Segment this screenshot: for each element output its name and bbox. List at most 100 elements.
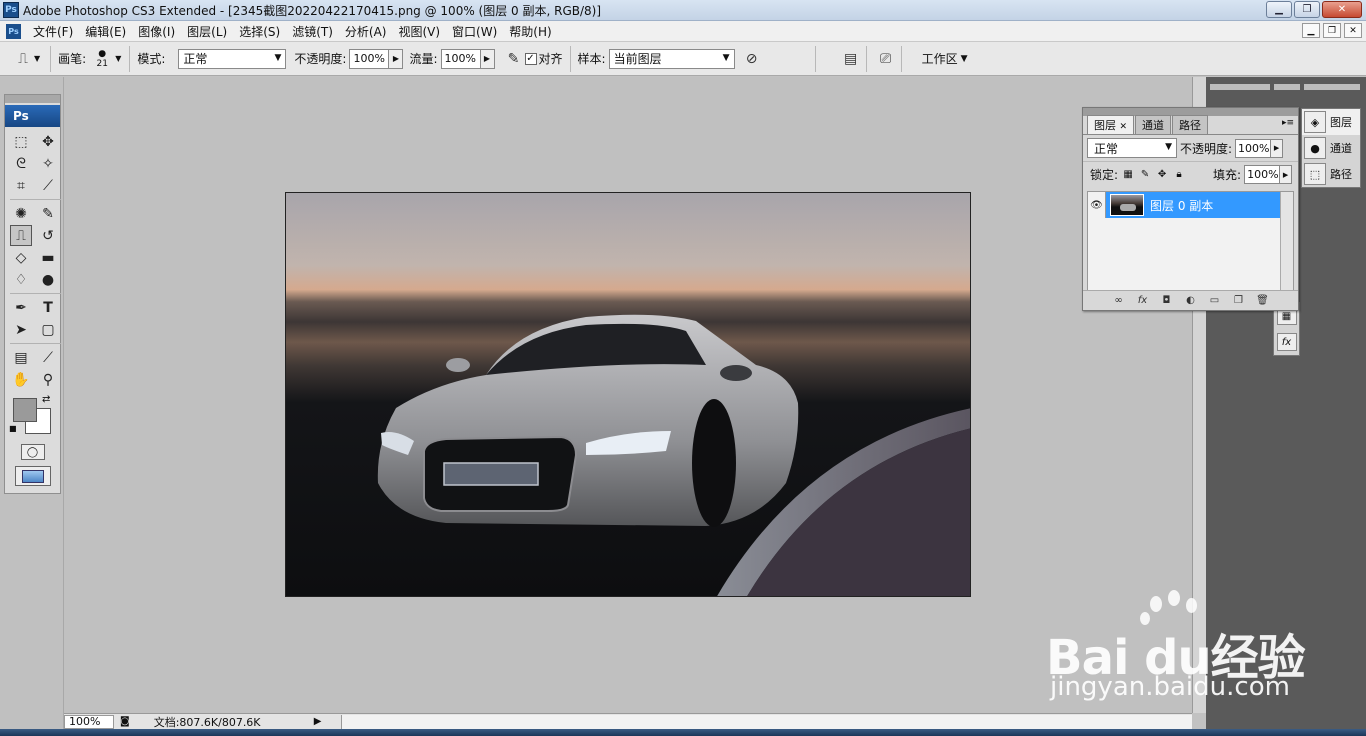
layer-opacity-slider-toggle[interactable]: ▶ [1271, 138, 1284, 158]
visibility-eye-icon[interactable]: 👁︎ [1088, 192, 1106, 218]
shape-tool-icon[interactable]: ▢ [37, 319, 59, 340]
layer-opacity-input[interactable]: 100% [1235, 138, 1272, 158]
move-tool-icon[interactable]: ✥ [37, 131, 59, 152]
notes-tool-icon[interactable]: ▤ [10, 347, 32, 368]
healing-brush-tool-icon[interactable]: ✺ [10, 203, 32, 224]
clone-stamp-tool-icon[interactable]: ⎍ [10, 225, 32, 246]
pen-tool-icon[interactable]: ✒ [10, 297, 32, 318]
marquee-tool-icon[interactable]: ⬚ [10, 131, 32, 152]
preset-dropdown-arrow[interactable]: ▼ [34, 54, 40, 63]
dock-grip[interactable] [1304, 84, 1360, 90]
quick-mask-icon[interactable]: ◯ [20, 444, 45, 460]
toolbox-ps-badge[interactable]: Ps [5, 105, 60, 127]
doc-restore-button[interactable]: ❐ [1323, 23, 1341, 38]
menu-edit[interactable]: 编辑(E) [79, 23, 132, 40]
opacity-slider-toggle[interactable]: ▶ [389, 48, 404, 69]
menu-window[interactable]: 窗口(W) [446, 23, 503, 40]
lock-pixels-icon[interactable]: ✎ [1138, 168, 1152, 182]
lock-transparency-icon[interactable]: ▦ [1121, 168, 1135, 182]
hand-tool-icon[interactable]: ✋ [10, 369, 32, 390]
status-menu-arrow[interactable]: ▶ [314, 716, 322, 727]
sample-select[interactable]: 当前图层 ▼ [608, 48, 735, 69]
slice-tool-icon[interactable]: ⟋ [37, 175, 59, 196]
magic-wand-tool-icon[interactable]: ✧ [37, 153, 59, 174]
menu-select[interactable]: 选择(S) [233, 23, 286, 40]
crop-tool-icon[interactable]: ⌗ [10, 175, 32, 196]
gradient-tool-icon[interactable]: ▬ [37, 247, 59, 268]
close-tab-icon[interactable]: ✕ [1120, 122, 1128, 132]
document-canvas-image[interactable] [285, 192, 971, 597]
brush-picker[interactable]: ● 21 [89, 49, 115, 69]
menu-view[interactable]: 视图(V) [392, 23, 446, 40]
workspace-menu[interactable]: 工作区 [922, 50, 958, 67]
zoom-level-field[interactable]: 100% [64, 714, 114, 729]
eyedropper-tool-icon[interactable]: ⟋ [37, 347, 59, 368]
restore-button[interactable]: ❐ [1294, 1, 1320, 18]
aligned-checkbox[interactable]: ✓ [524, 52, 537, 65]
type-tool-icon[interactable]: T [37, 297, 59, 318]
eraser-tool-icon[interactable]: ◇ [10, 247, 32, 268]
menu-filter[interactable]: 滤镜(T) [286, 23, 339, 40]
lasso-tool-icon[interactable]: ᘓ [10, 153, 32, 174]
doc-close-button[interactable]: ✕ [1344, 23, 1362, 38]
dodge-tool-icon[interactable]: ● [37, 269, 59, 290]
menu-file[interactable]: 文件(F) [27, 23, 79, 40]
minimize-button[interactable]: ▁ [1266, 1, 1292, 18]
status-menu-icon[interactable]: ◙ [120, 716, 130, 727]
screen-mode-button[interactable] [14, 466, 51, 486]
path-selection-tool-icon[interactable]: ➤ [10, 319, 32, 340]
palette-well-icon[interactable]: ▤ [840, 48, 862, 70]
horizontal-scrollbar[interactable] [341, 714, 1192, 729]
swap-colors-icon[interactable]: ⇄ [42, 394, 50, 405]
delete-layer-icon[interactable]: 🗑︎ [1255, 295, 1271, 306]
adjustment-layer-icon[interactable]: ◐ [1183, 295, 1199, 306]
close-button[interactable]: ✕ [1322, 1, 1362, 18]
panel-menu-icon[interactable]: ▸≡ [1282, 118, 1294, 128]
menu-layer[interactable]: 图层(L) [181, 23, 233, 40]
styles-fx-icon[interactable]: fx [1276, 333, 1297, 351]
dock-layers-button[interactable]: ◈ 图层 [1302, 109, 1360, 135]
menu-image[interactable]: 图像(I) [132, 23, 181, 40]
tab-paths[interactable]: 路径 [1172, 115, 1209, 134]
brush-tool-icon[interactable]: ✎ [37, 203, 59, 224]
menu-help[interactable]: 帮助(H) [503, 23, 557, 40]
dock-grip[interactable] [1210, 84, 1270, 90]
fill-slider-toggle[interactable]: ▶ [1280, 165, 1293, 184]
blend-mode-select[interactable]: 正常 ▼ [1087, 138, 1177, 158]
mode-select[interactable]: 正常 ▼ [178, 48, 287, 69]
tab-channels[interactable]: 通道 [1135, 115, 1172, 134]
new-layer-icon[interactable]: ❐ [1231, 295, 1247, 306]
blur-tool-icon[interactable]: ♢ [10, 269, 32, 290]
menu-analysis[interactable]: 分析(A) [339, 23, 393, 40]
bridge-icon[interactable]: ⎚ [875, 48, 897, 70]
ignore-adjustment-layers-icon[interactable]: ⊘ [741, 48, 763, 70]
fill-input[interactable]: 100% [1244, 165, 1281, 184]
clone-stamp-preset-icon[interactable]: ⎍ [12, 48, 34, 70]
lock-all-icon[interactable]: 🔒︎ [1172, 168, 1186, 182]
new-group-icon[interactable]: ▭ [1207, 295, 1223, 306]
document-icon[interactable]: Ps [6, 23, 21, 39]
tab-layers[interactable]: 图层 ✕ [1087, 115, 1135, 134]
layer-row[interactable]: 👁︎ 图层 0 副本 [1088, 192, 1293, 218]
flow-input[interactable]: 100% [440, 48, 481, 69]
history-brush-tool-icon[interactable]: ↺ [37, 225, 59, 246]
dock-paths-button[interactable]: ⬚ 路径 [1302, 161, 1360, 187]
doc-minimize-button[interactable]: ▁ [1302, 23, 1320, 38]
brush-dropdown-arrow[interactable]: ▼ [115, 54, 121, 63]
flow-slider-toggle[interactable]: ▶ [480, 48, 495, 69]
dock-channels-button[interactable]: ● 通道 [1302, 135, 1360, 161]
layer-mask-icon[interactable]: ◘ [1159, 295, 1175, 306]
default-colors-icon[interactable]: ■ [9, 424, 17, 433]
dock-grip[interactable] [1274, 84, 1300, 90]
layer-style-fx-icon[interactable]: fx [1135, 295, 1151, 306]
zoom-tool-icon[interactable]: ⚲ [37, 369, 59, 390]
link-layers-icon[interactable]: ∞ [1111, 295, 1127, 306]
toolbox-grip[interactable] [5, 95, 60, 103]
opacity-input[interactable]: 100% [349, 48, 390, 69]
layers-scrollbar[interactable] [1280, 192, 1293, 290]
tool-options-bar: ⎍ ▼ 画笔: ● 21 ▼ 模式: 正常 ▼ 不透明度: 100% ▶ 流量:… [0, 42, 1366, 76]
lock-position-icon[interactable]: ✥ [1155, 168, 1169, 182]
workspace-dropdown-arrow[interactable]: ▼ [961, 54, 968, 64]
foreground-color-swatch[interactable] [13, 398, 37, 422]
airbrush-icon[interactable]: ✎ [503, 48, 525, 70]
